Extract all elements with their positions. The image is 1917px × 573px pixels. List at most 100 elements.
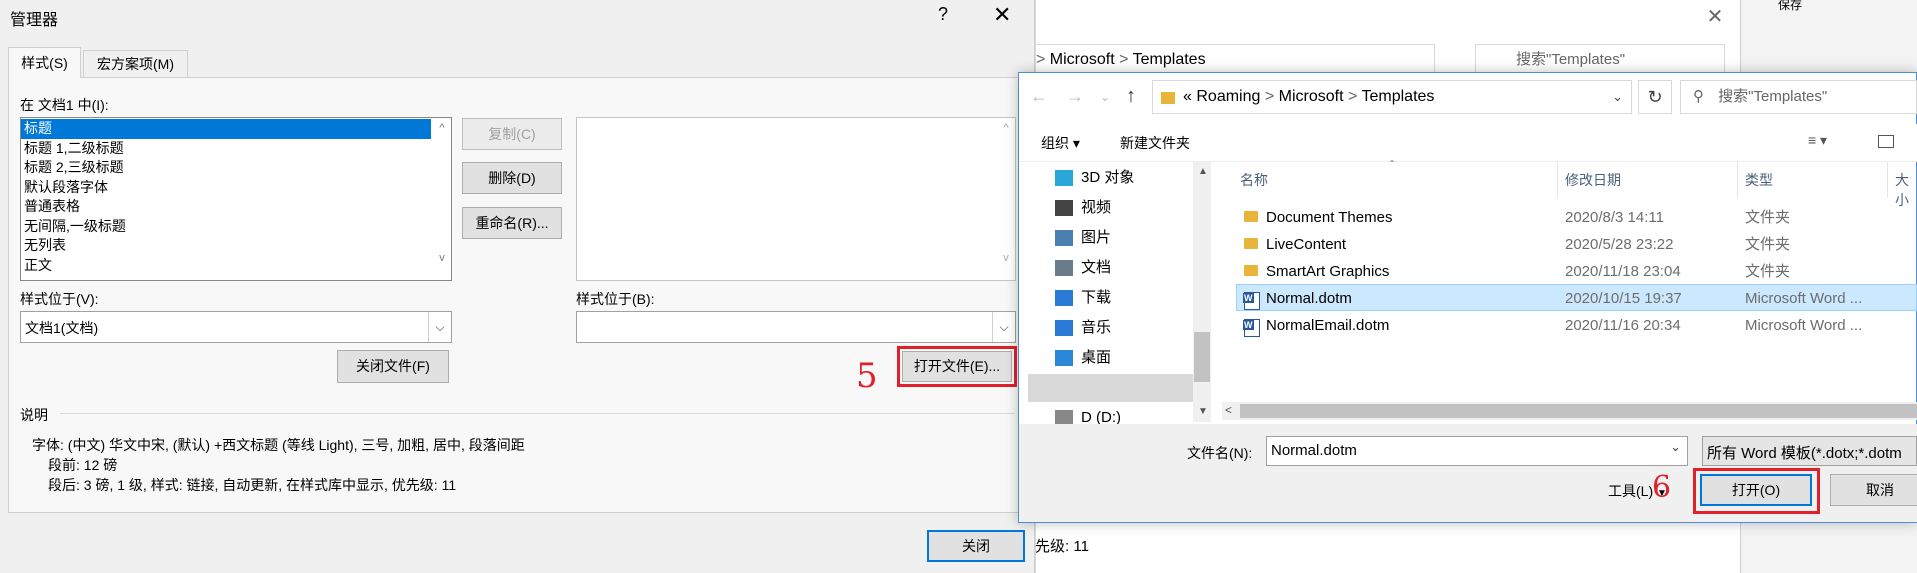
nav-item-label: 桌面 bbox=[1081, 349, 1112, 366]
file-name: NormalEmail.dotm bbox=[1266, 317, 1390, 334]
back-arrow-icon[interactable]: ← bbox=[1030, 86, 1048, 107]
file-date: 2020/8/3 14:11 bbox=[1565, 209, 1664, 226]
file-type: Microsoft Word ... bbox=[1745, 317, 1863, 334]
style-list-item[interactable]: 标题 1,二级标题 bbox=[21, 139, 431, 159]
file-type-filter[interactable]: 所有 Word 模板(*.dotx;*.dotm bbox=[1702, 436, 1917, 466]
nav-item[interactable]: 视频 bbox=[1055, 193, 1111, 223]
tools-label: 工具(L) bbox=[1608, 483, 1654, 499]
forward-arrow-icon[interactable]: → bbox=[1066, 86, 1084, 107]
nav-item[interactable]: 文档 bbox=[1055, 253, 1111, 283]
open-file-button[interactable]: 打开文件(E)... bbox=[902, 351, 1012, 382]
file-row[interactable]: NormalEmail.dotm 2020/11/16 20:34 Microsof… bbox=[1236, 312, 1916, 339]
chevron-down-icon[interactable]: ⌄ bbox=[1612, 81, 1623, 113]
background-close-icon[interactable]: ✕ bbox=[1700, 4, 1730, 32]
right-style-list[interactable]: ^ v bbox=[576, 117, 1016, 281]
style-list-item[interactable]: 正文 bbox=[21, 256, 431, 276]
cancel-button[interactable]: 取消 bbox=[1830, 474, 1917, 506]
file-row[interactable]: Normal.dotm 2020/10/15 19:37 Microsoft Wor… bbox=[1236, 285, 1916, 312]
recent-chevron-icon[interactable]: ⌄ bbox=[1100, 90, 1110, 104]
new-folder-button[interactable]: 新建文件夹 bbox=[1120, 133, 1190, 153]
file-row[interactable]: Document Themes 2020/8/3 14:11 文件夹 bbox=[1236, 204, 1916, 231]
file-date: 2020/11/18 23:04 bbox=[1565, 263, 1681, 280]
path-templates[interactable]: Templates bbox=[1362, 88, 1435, 105]
column-type[interactable]: 类型 bbox=[1745, 170, 1773, 190]
style-list-item[interactable]: 无间隔,一级标题 bbox=[21, 217, 431, 237]
style-list-item[interactable]: 默认段落字体 bbox=[21, 178, 431, 198]
nav-item[interactable]: 音乐 bbox=[1055, 313, 1111, 343]
description-line-2: 段前: 12 磅 bbox=[48, 457, 118, 473]
organize-button[interactable]: 组织 ▾ bbox=[1041, 133, 1080, 153]
up-arrow-icon[interactable]: ↑ bbox=[1126, 85, 1136, 108]
search-input[interactable]: ⚲ 搜索"Templates" bbox=[1680, 80, 1917, 114]
file-row[interactable]: LiveContent 2020/5/28 23:22 文件夹 bbox=[1236, 231, 1916, 258]
style-list-item[interactable]: 标题 2,三级标题 bbox=[21, 158, 431, 178]
file-name: LiveContent bbox=[1266, 236, 1347, 253]
nav-item-icon bbox=[1055, 170, 1073, 187]
style-list-item[interactable]: 无列表 bbox=[21, 236, 431, 256]
refresh-icon[interactable]: ↻ bbox=[1638, 80, 1672, 114]
nav-item[interactable]: 桌面 bbox=[1055, 343, 1111, 373]
filename-input[interactable]: Normal.dotm ⌄ bbox=[1266, 436, 1688, 466]
nav-item-icon bbox=[1055, 200, 1073, 217]
path-overflow[interactable]: « bbox=[1183, 88, 1192, 105]
styles-in-left-select[interactable]: 文档1(文档) ⌵ bbox=[20, 311, 452, 343]
open-button[interactable]: 打开(O) bbox=[1700, 474, 1812, 506]
help-icon[interactable]: ? bbox=[938, 4, 948, 25]
nav-selected-highlight bbox=[1028, 374, 1193, 402]
close-button[interactable]: 关闭 bbox=[927, 530, 1025, 562]
right-list-scrollbar[interactable]: ^ v bbox=[997, 118, 1015, 280]
nav-scrollbar[interactable]: ▲ ▼ bbox=[1193, 162, 1211, 422]
folder-icon bbox=[1244, 238, 1258, 249]
file-type: 文件夹 bbox=[1745, 263, 1791, 280]
horizontal-scrollbar[interactable]: < bbox=[1222, 402, 1917, 420]
address-bar[interactable]: « Roaming > Microsoft > Templates ⌄ bbox=[1152, 80, 1632, 114]
background-save-tab[interactable]: 保存 bbox=[1745, 0, 1835, 12]
file-row[interactable]: SmartArt Graphics 2020/11/18 23:04 文件夹 bbox=[1236, 258, 1916, 285]
description-line-3: 段后: 3 磅, 1 级, 样式: 链接, 自动更新, 在样式库中显示, 优先级… bbox=[48, 477, 457, 493]
left-list-scrollbar[interactable]: ^ v bbox=[433, 118, 451, 280]
styles-in-right-select[interactable]: ⌵ bbox=[576, 311, 1016, 343]
search-icon: ⚲ bbox=[1693, 88, 1704, 105]
style-list-item[interactable]: 标题 bbox=[21, 119, 431, 139]
nav-item-icon bbox=[1055, 320, 1073, 337]
styles-in-left-label: 样式位于(V): bbox=[20, 291, 99, 307]
chevron-down-icon[interactable]: ⌵ bbox=[428, 312, 451, 342]
file-date: 2020/10/15 19:37 bbox=[1565, 290, 1682, 307]
column-date[interactable]: 修改日期 bbox=[1565, 170, 1621, 190]
column-name[interactable]: 名称 bbox=[1240, 170, 1268, 190]
rename-button[interactable]: 重命名(R)... bbox=[462, 207, 562, 239]
background-path-templates[interactable]: Templates bbox=[1133, 51, 1206, 68]
file-type-filter-value: 所有 Word 模板(*.dotx;*.dotm bbox=[1707, 445, 1902, 462]
chevron-down-icon[interactable]: ⌵ bbox=[992, 312, 1015, 342]
file-type: 文件夹 bbox=[1745, 236, 1791, 253]
close-file-button[interactable]: 关闭文件(F) bbox=[337, 350, 449, 383]
background-path-microsoft[interactable]: Microsoft bbox=[1050, 51, 1115, 68]
nav-item[interactable]: 下载 bbox=[1055, 283, 1111, 313]
filename-value: Normal.dotm bbox=[1271, 442, 1357, 459]
background-search-placeholder: 搜索"Templates" bbox=[1516, 51, 1626, 68]
file-name: Document Themes bbox=[1266, 209, 1393, 226]
left-style-list[interactable]: 标题 标题 1,二级标题 标题 2,三级标题 默认段落字体 普通表格 无间隔,一级标题 无列… bbox=[20, 117, 452, 281]
preview-pane-icon[interactable] bbox=[1878, 135, 1894, 148]
style-list-item[interactable]: 普通表格 bbox=[21, 197, 431, 217]
path-roaming[interactable]: Roaming bbox=[1196, 88, 1260, 105]
nav-item-icon bbox=[1055, 230, 1073, 247]
chevron-down-icon[interactable]: ⌄ bbox=[1670, 439, 1681, 455]
copy-button[interactable]: 复制(C) bbox=[462, 118, 562, 150]
sort-up-icon: ˆ bbox=[1390, 158, 1394, 172]
organizer-close-icon[interactable]: ✕ bbox=[993, 2, 1011, 28]
styles-in-left-value: 文档1(文档) bbox=[25, 320, 99, 336]
nav-item[interactable]: 图片 bbox=[1055, 223, 1111, 253]
view-options-icon[interactable]: ≡ ▾ bbox=[1808, 132, 1827, 149]
description-label: 说明 bbox=[20, 407, 48, 423]
in-document-label: 在 文档1 中(I): bbox=[20, 97, 109, 113]
nav-item-icon bbox=[1055, 290, 1073, 307]
delete-button[interactable]: 删除(D) bbox=[462, 162, 562, 194]
path-microsoft[interactable]: Microsoft bbox=[1279, 88, 1344, 105]
description-divider bbox=[60, 413, 1015, 414]
nav-item[interactable]: 3D 对象 bbox=[1055, 163, 1134, 193]
tab-styles[interactable]: 样式(S) bbox=[8, 47, 81, 78]
organizer-title: 管理器 bbox=[10, 12, 59, 29]
column-divider bbox=[1557, 162, 1558, 198]
tab-macro-items[interactable]: 宏方案项(M) bbox=[83, 50, 188, 77]
